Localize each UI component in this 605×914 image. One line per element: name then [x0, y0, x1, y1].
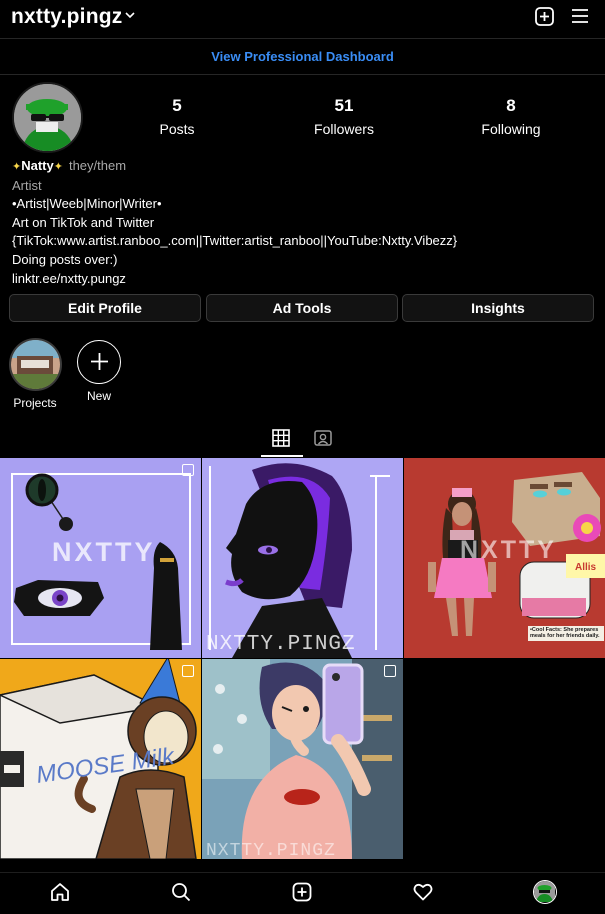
add-highlight-circle [77, 340, 121, 384]
post-sticker: Allis [575, 562, 597, 573]
search-icon[interactable] [171, 882, 191, 902]
bio-line: Art on TikTok and Twitter [12, 214, 155, 230]
profile-name-line: ✦Natty✦ they/them [12, 157, 602, 177]
highlight-projects[interactable]: Projects [6, 338, 64, 410]
plus-square-icon[interactable] [535, 7, 554, 26]
profile-category: Artist [12, 177, 42, 193]
highlight-label: New [86, 389, 111, 403]
insights-button[interactable]: Insights [402, 294, 594, 322]
profile-bio: ✦Natty✦ they/them Artist •Artist|Weeb|Min… [12, 157, 602, 288]
sparkle-icon: ✦ [53, 161, 63, 173]
ad-tools-button[interactable]: Ad Tools [206, 294, 398, 322]
multiple-posts-icon [182, 464, 194, 476]
grid-icon[interactable] [272, 429, 290, 447]
profile-tab-avatar[interactable] [533, 880, 557, 904]
posts-count-value: 5 [172, 96, 182, 115]
highlight-label: Projects [13, 396, 57, 410]
post-thumbnail[interactable]: NXTTY Allis •Cool Facts: She prepares me… [404, 458, 605, 658]
post-watermark: NXTTY [52, 537, 156, 567]
hamburger-menu-icon[interactable] [571, 8, 589, 24]
following-count-label: Following [481, 121, 541, 137]
profile-tabs [0, 424, 605, 457]
top-bar: nxtty.pingz [0, 0, 605, 36]
display-name: Natty [21, 158, 54, 173]
post-watermark: NXTTY [460, 536, 557, 564]
followers-count-value: 51 [334, 96, 354, 115]
post-watermark: NXTTY.PINGZ [206, 841, 336, 859]
following-count-value: 8 [506, 96, 516, 115]
bio-line: {TikTok:www.artist.ranboo_.com||Twitter:… [12, 233, 458, 249]
followers-count-label: Followers [314, 121, 374, 137]
edit-profile-button[interactable]: Edit Profile [9, 294, 201, 322]
profile-username[interactable]: nxtty.pingz [11, 5, 122, 29]
profile-avatar[interactable] [12, 82, 83, 153]
tagged-icon[interactable] [314, 429, 332, 447]
bio-line: •Artist|Weeb|Minor|Writer• [12, 196, 162, 212]
chevron-down-icon[interactable] [125, 11, 135, 19]
post-thumbnail[interactable]: MOOSE Milk [0, 659, 201, 859]
bio-link[interactable]: linktr.ee/nxtty.pungz [12, 270, 602, 289]
plus-icon [90, 353, 108, 370]
post-watermark: NXTTY.PINGZ [206, 633, 356, 656]
post-thumbnail[interactable]: NXTTY [0, 458, 201, 658]
posts-count-label: Posts [159, 121, 195, 137]
bottom-navigation [0, 872, 605, 914]
post-thumbnail[interactable]: NXTTY.PINGZ [202, 659, 403, 859]
post-thumbnail[interactable]: NXTTY.PINGZ [202, 458, 403, 658]
posts-count[interactable]: 5 Posts [117, 96, 237, 137]
multiple-posts-icon [384, 665, 396, 677]
heart-icon[interactable] [413, 882, 433, 902]
following-count[interactable]: 8 Following [451, 96, 571, 137]
post-caption: •Cool Facts: She prepares meals for her … [528, 626, 604, 641]
highlight-projects-cover [8, 338, 62, 391]
highlight-new[interactable]: New [72, 338, 126, 403]
create-icon[interactable] [292, 882, 312, 902]
bio-line: Doing posts over:) [12, 251, 118, 267]
followers-count[interactable]: 51 Followers [284, 96, 404, 137]
active-tab-indicator [261, 455, 303, 457]
sparkle-icon: ✦ [12, 161, 22, 173]
pronouns: they/them [68, 158, 127, 173]
view-professional-dashboard-link[interactable]: View Professional Dashboard [0, 38, 605, 75]
multiple-posts-icon [182, 665, 194, 677]
home-icon[interactable] [50, 882, 70, 902]
